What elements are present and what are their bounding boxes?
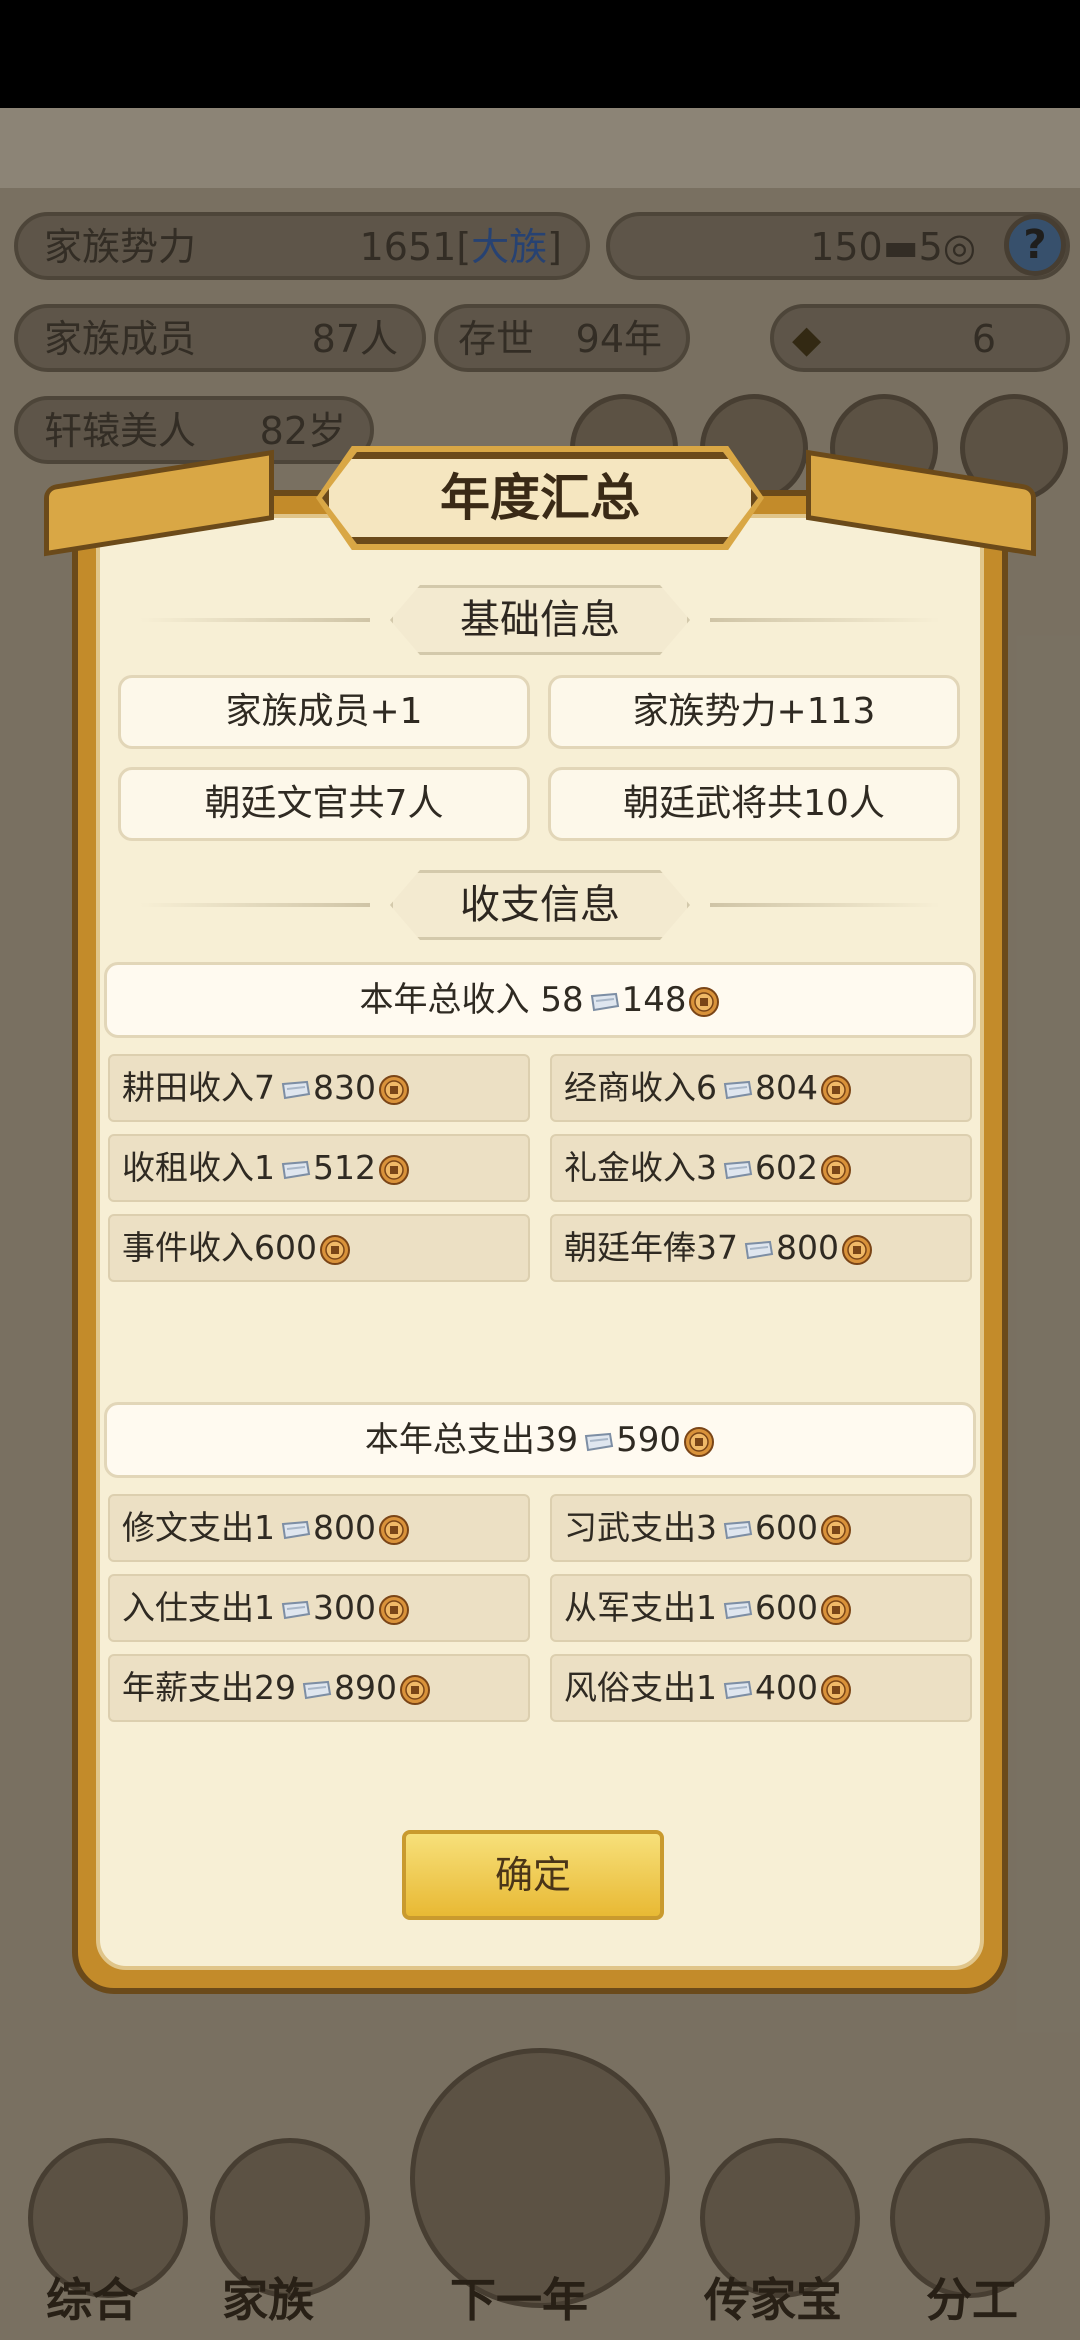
income-total-coin-value: 148 — [621, 980, 687, 1020]
income-item-coin-value: 602 — [755, 1148, 818, 1187]
expense-item-silver-value: 1 — [254, 1508, 275, 1547]
income-item-coin-value: 804 — [755, 1068, 818, 1107]
coin-icon — [376, 1148, 410, 1187]
income-item-label: 礼金收入 — [564, 1148, 696, 1187]
expense-item-label: 风俗支出 — [564, 1668, 696, 1707]
silver-icon — [717, 1588, 755, 1627]
silver-icon — [717, 1148, 755, 1187]
expense-item-label: 习武支出 — [564, 1508, 696, 1547]
income-item: 朝廷年俸37 800 — [550, 1214, 972, 1282]
coin-icon — [317, 1228, 351, 1267]
coin-icon — [818, 1068, 852, 1107]
income-item: 耕田收入7 830 — [108, 1054, 530, 1122]
silver-icon — [296, 1668, 334, 1707]
income-item-coin-value: 800 — [776, 1228, 839, 1267]
income-total: 本年总收入 58 148 — [104, 962, 976, 1038]
finance-title: 收支信息 — [460, 882, 620, 928]
expense-item-coin-value: 800 — [313, 1508, 376, 1547]
income-total-label: 本年总收入 — [359, 980, 541, 1020]
silver-icon — [738, 1228, 776, 1267]
silver-icon — [584, 980, 622, 1020]
income-item-coin-value: 830 — [313, 1068, 376, 1107]
coin-icon — [839, 1228, 873, 1267]
expense-item: 年薪支出29 890 — [108, 1654, 530, 1722]
income-item-silver-value: 6 — [696, 1068, 717, 1107]
coin-icon — [681, 1420, 715, 1460]
basic-info-header: 基础信息 — [140, 585, 940, 655]
expense-item-coin-value: 890 — [334, 1668, 397, 1707]
expense-item-coin-value: 300 — [313, 1588, 376, 1627]
income-item-label: 收租收入 — [122, 1148, 254, 1187]
income-total-silver-value: 58 — [540, 980, 584, 1020]
silver-icon — [275, 1068, 313, 1107]
income-item-silver-value: 37 — [696, 1228, 738, 1267]
expense-item-label: 入仕支出 — [122, 1588, 254, 1627]
expense-item-coin-value: 600 — [755, 1508, 818, 1547]
income-item-coin-value: 512 — [313, 1148, 376, 1187]
silver-icon — [275, 1148, 313, 1187]
expense-item-silver-value: 3 — [696, 1508, 717, 1547]
expense-item: 入仕支出1 300 — [108, 1574, 530, 1642]
income-item-label: 耕田收入 — [122, 1068, 254, 1107]
basic-item-civil-officials: 朝廷文官共7人 — [118, 767, 530, 841]
basic-item-military-generals: 朝廷武将共10人 — [548, 767, 960, 841]
dialog-title: 年度汇总 — [440, 469, 640, 527]
confirm-button[interactable]: 确定 — [402, 1830, 664, 1920]
expense-item-label: 修文支出 — [122, 1508, 254, 1547]
expense-total-label: 本年总支出 — [364, 1420, 535, 1460]
income-item-silver-value: 7 — [254, 1068, 275, 1107]
expense-item-label: 从军支出 — [564, 1588, 696, 1627]
income-item-silver-value: 1 — [254, 1148, 275, 1187]
expense-item-silver-value: 1 — [254, 1588, 275, 1627]
expense-total-coin-value: 590 — [616, 1420, 682, 1460]
income-item: 收租收入1 512 — [108, 1134, 530, 1202]
income-item-label: 经商收入 — [564, 1068, 696, 1107]
basic-item-members: 家族成员+1 — [118, 675, 530, 749]
coin-icon — [397, 1668, 431, 1707]
silver-icon — [717, 1068, 755, 1107]
expense-item-silver-value: 1 — [696, 1668, 717, 1707]
expense-item: 风俗支出1 400 — [550, 1654, 972, 1722]
silver-icon — [717, 1508, 755, 1547]
silver-icon — [275, 1508, 313, 1547]
coin-icon — [376, 1068, 410, 1107]
expense-item: 从军支出1 600 — [550, 1574, 972, 1642]
coin-icon — [376, 1588, 410, 1627]
expense-item: 习武支出3 600 — [550, 1494, 972, 1562]
coin-icon — [818, 1588, 852, 1627]
coin-icon — [818, 1148, 852, 1187]
status-bar — [0, 0, 1080, 108]
finance-header: 收支信息 — [140, 870, 940, 940]
coin-icon — [686, 980, 720, 1020]
income-item-silver-value: 3 — [696, 1148, 717, 1187]
income-item-label: 事件收入 — [122, 1228, 254, 1267]
expense-total-silver-value: 39 — [534, 1420, 579, 1460]
coin-icon — [818, 1668, 852, 1707]
basic-item-power: 家族势力+113 — [548, 675, 960, 749]
expense-item-silver-value: 29 — [254, 1668, 296, 1707]
coin-icon — [376, 1508, 410, 1547]
silver-icon — [578, 1420, 616, 1460]
income-item: 礼金收入3 602 — [550, 1134, 972, 1202]
expense-total: 本年总支出39 590 — [104, 1402, 976, 1478]
silver-icon — [717, 1668, 755, 1707]
coin-icon — [818, 1508, 852, 1547]
expense-item-silver-value: 1 — [696, 1588, 717, 1627]
expense-item: 修文支出1 800 — [108, 1494, 530, 1562]
income-item-label: 朝廷年俸 — [564, 1228, 696, 1267]
income-item-coin-value: 600 — [254, 1228, 317, 1267]
income-item: 事件收入600 — [108, 1214, 530, 1282]
silver-icon — [275, 1588, 313, 1627]
expense-item-coin-value: 400 — [755, 1668, 818, 1707]
basic-info-title: 基础信息 — [460, 597, 620, 643]
income-item: 经商收入6 804 — [550, 1054, 972, 1122]
expense-item-label: 年薪支出 — [122, 1668, 254, 1707]
expense-item-coin-value: 600 — [755, 1588, 818, 1627]
